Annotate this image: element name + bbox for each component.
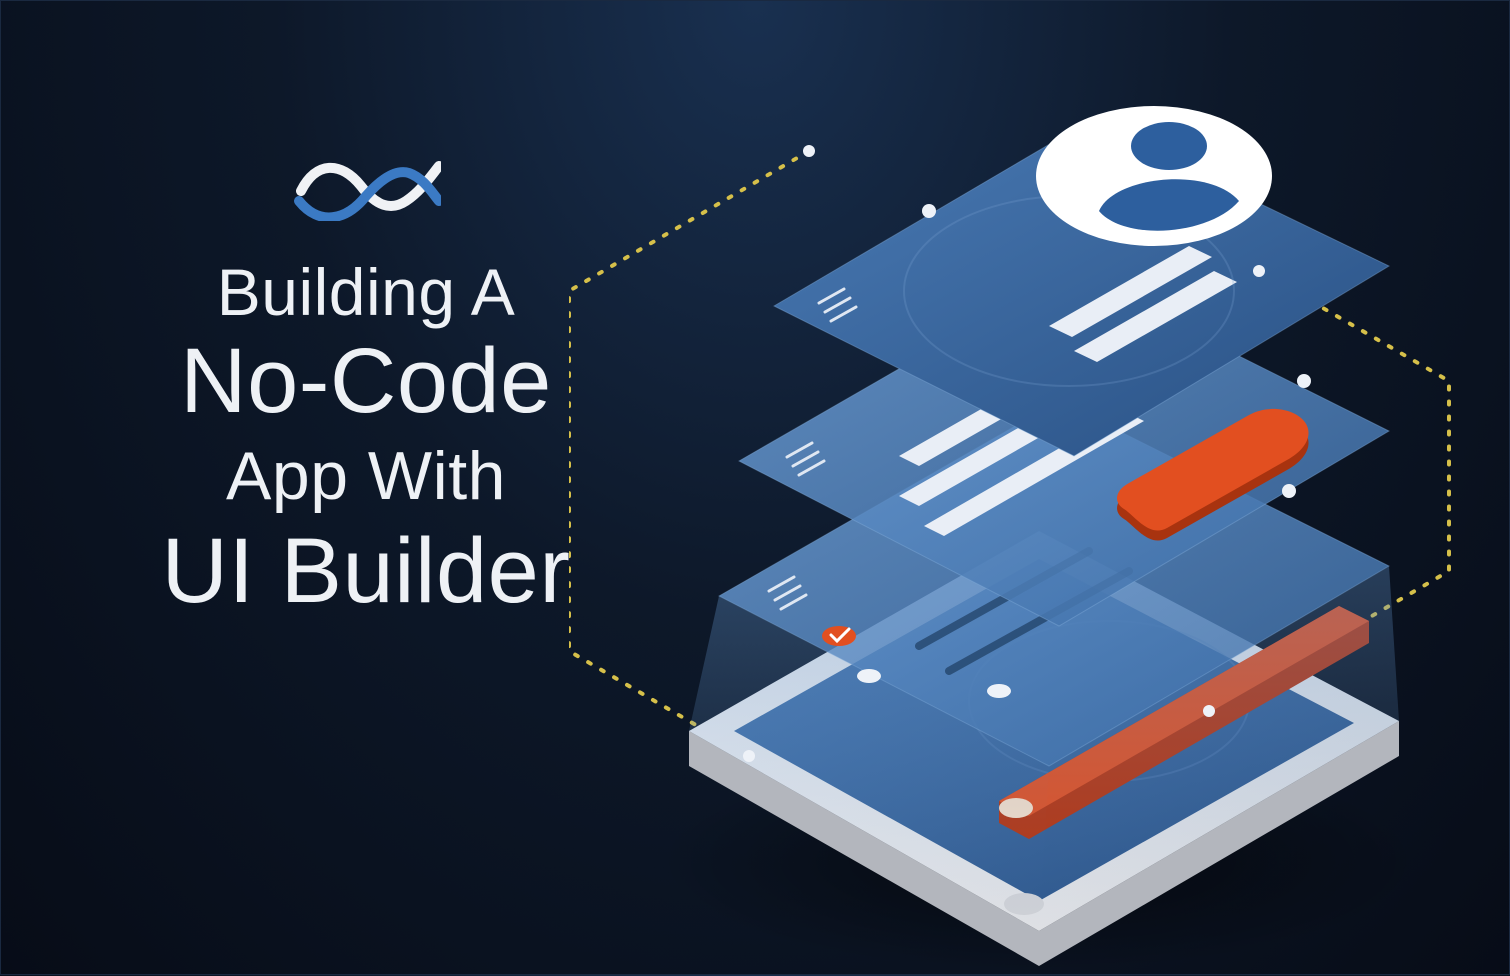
title-line-1: Building A	[106, 256, 626, 329]
dotted-path-right	[1209, 271, 1449, 711]
route-node-icon	[743, 750, 755, 762]
route-node-icon	[803, 145, 815, 157]
avatar-icon	[1036, 106, 1272, 246]
brand-logo	[106, 151, 626, 221]
route-node-icon	[1253, 265, 1265, 277]
slider-bar	[999, 606, 1369, 839]
infinity-wave-icon	[291, 151, 441, 221]
device-tablet	[689, 531, 1399, 966]
route-node-icon	[1203, 705, 1215, 717]
isometric-illustration	[569, 11, 1469, 971]
ui-layer-3	[689, 401, 1399, 931]
text-column: Building A No-Code App With UI Builder	[106, 151, 626, 625]
title-line-4: UI Builder	[106, 519, 626, 625]
title-line-2: No-Code	[106, 329, 626, 435]
title-line-3: App With	[106, 434, 626, 519]
floor-shadow	[659, 751, 1419, 971]
pill-button-icon	[1117, 409, 1308, 541]
ui-layer-1	[774, 121, 1389, 456]
ui-layer-2	[739, 271, 1389, 626]
